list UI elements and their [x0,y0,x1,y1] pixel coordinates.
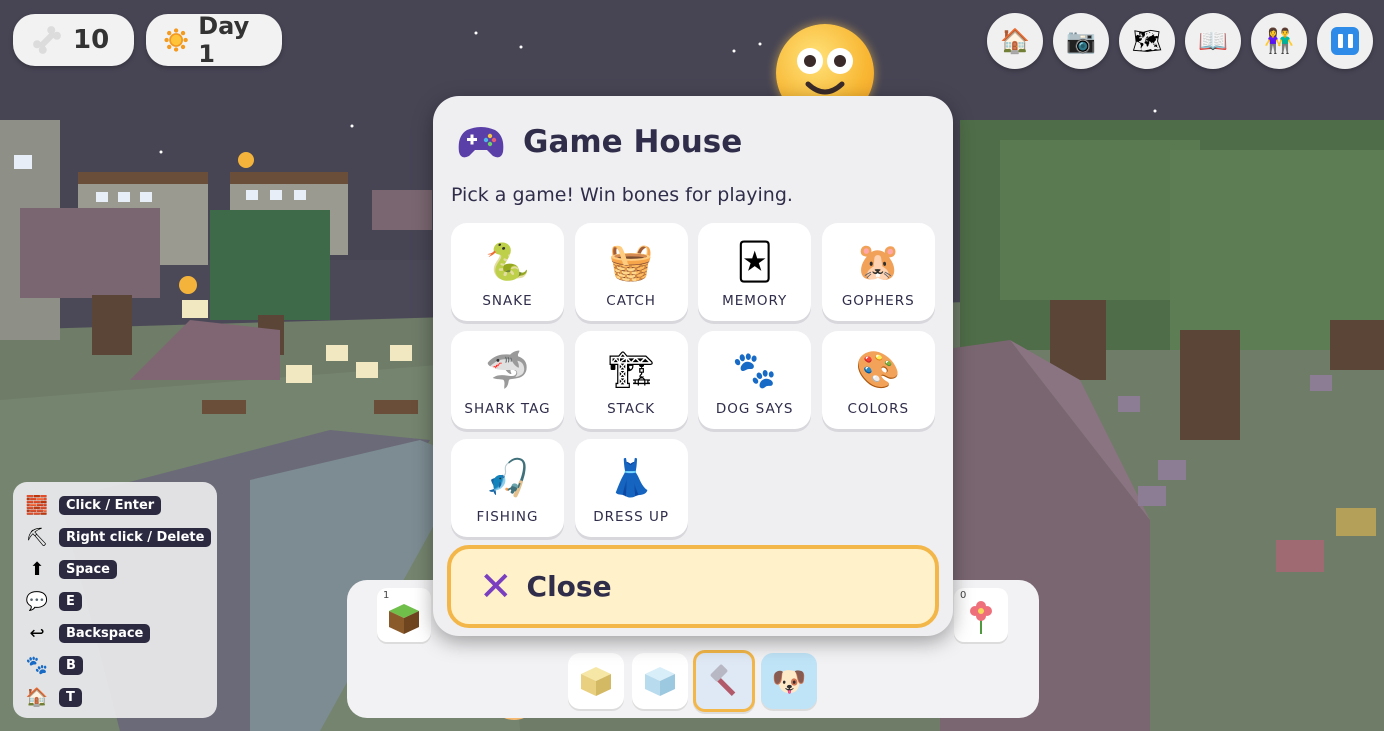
sand-block-tool[interactable] [568,653,624,709]
game-label: FISHING [476,509,539,525]
return-arrow-icon: ↩ [29,622,45,644]
shark-icon: 🦈 [485,350,530,391]
control-back: ↩ Backspace [25,621,151,645]
game-card-catch[interactable]: 🧺 CATCH [574,223,688,321]
control-key: Click / Enter [59,495,162,515]
game-house-modal: Game House Pick a game! Win bones for pl… [433,96,953,636]
hamster-icon: 🐹 [855,242,901,283]
control-key: E [59,591,82,611]
friends-icon: 👫 [1264,27,1294,55]
game-card-memory[interactable]: 🃏 MEMORY [698,223,812,321]
game-label: SHARK TAG [464,401,551,417]
snake-icon: 🐍 [485,242,530,283]
hammer-icon [710,664,736,697]
control-home: 🏠 T [25,685,82,709]
game-card-stack[interactable]: 🏗 STACK [574,331,688,429]
home-button[interactable]: 🏠 [987,13,1043,69]
game-label: CATCH [606,293,656,309]
control-jump: ⬆ Space [25,557,117,581]
hotbar-slot-flower[interactable]: 0 [954,588,1008,642]
control-break: ⛏ Right click / Delete [25,525,212,549]
control-place: 🧱 Click / Enter [25,493,162,517]
bones-counter: 10 [13,14,134,66]
grass-block-icon [389,604,419,634]
day-label: Day 1 [198,12,250,68]
friends-button[interactable]: 👫 [1251,13,1307,69]
day-counter: Day 1 [146,12,282,68]
house-icon: 🏠 [25,686,49,708]
modal-title: Game House [523,124,743,160]
game-label: DOG SAYS [715,401,794,417]
modal-subtitle: Pick a game! Win bones for playing. [451,184,793,206]
control-key: Right click / Delete [59,527,212,547]
game-label: SNAKE [482,293,533,309]
pause-icon [1331,27,1359,55]
control-key: B [59,655,83,675]
sun-icon [164,28,188,52]
camera-icon: 📷 [1066,27,1096,55]
game-card-snake[interactable]: 🐍 SNAKE [451,223,564,321]
sand-block-icon [581,667,611,696]
house-icon: 🏠 [1000,27,1030,55]
map-icon: 🗺 [1131,27,1163,55]
game-label: COLORS [847,401,910,417]
dog-tool[interactable]: 🐶 [761,653,817,709]
playing-card-icon: 🃏 [736,242,774,283]
game-grid: 🐍 SNAKE 🧺 CATCH 🃏 MEMORY 🐹 GOPHERS 🦈 SHA… [451,223,935,537]
control-key: Space [59,559,117,579]
control-key: T [59,687,82,707]
basket-icon: 🧺 [608,242,654,283]
game-label: GOPHERS [841,293,915,309]
crane-icon: 🏗 [608,350,654,391]
paw-prints-icon: 🐾 [25,654,49,676]
hotbar-slot-grass[interactable]: 1 [377,588,431,642]
game-label: MEMORY [722,293,788,309]
paw-prints-icon: 🐾 [732,350,778,391]
controls-legend: 🧱 Click / Enter ⛏ Right click / Delete ⬆… [13,482,217,718]
modal-header: Game House [457,122,742,162]
game-card-colors[interactable]: 🎨 COLORS [821,331,935,429]
brick-icon: 🧱 [25,494,49,516]
book-icon: 📖 [1198,27,1228,55]
close-label: Close [526,570,612,603]
flower-icon [970,601,992,634]
bone-icon [33,26,61,54]
book-button[interactable]: 📖 [1185,13,1241,69]
game-card-dog-says[interactable]: 🐾 DOG SAYS [698,331,812,429]
hammer-tool[interactable] [693,650,755,712]
camera-button[interactable]: 📷 [1053,13,1109,69]
game-card-shark-tag[interactable]: 🦈 SHARK TAG [451,331,564,429]
close-button[interactable]: ✕ Close [447,545,939,628]
game-card-dress-up[interactable]: 👗 DRESS UP [574,439,688,537]
control-dog: 🐾 B [25,653,83,677]
pause-button[interactable] [1317,13,1373,69]
ice-block-icon [645,667,675,696]
fishing-rod-icon: 🎣 [485,458,530,499]
game-label: STACK [607,401,656,417]
control-talk: 💬 E [25,589,82,613]
speech-bubble-icon: 💬 [25,590,49,612]
game-label: DRESS UP [593,509,669,525]
game-card-gophers[interactable]: 🐹 GOPHERS [821,223,935,321]
pickaxe-icon: ⛏ [25,526,49,548]
map-button[interactable]: 🗺 [1119,13,1175,69]
close-icon: ✕ [479,563,513,610]
palette-icon: 🎨 [855,350,901,391]
dress-icon: 👗 [608,458,654,499]
up-arrow-icon: ⬆ [29,558,45,580]
gamepad-icon [458,127,504,158]
slot-count: 1 [383,590,390,601]
game-card-fishing[interactable]: 🎣 FISHING [451,439,564,537]
ice-block-tool[interactable] [632,653,688,709]
dog-icon: 🐶 [771,664,807,698]
bones-count: 10 [73,25,110,55]
control-key: Backspace [59,623,151,643]
